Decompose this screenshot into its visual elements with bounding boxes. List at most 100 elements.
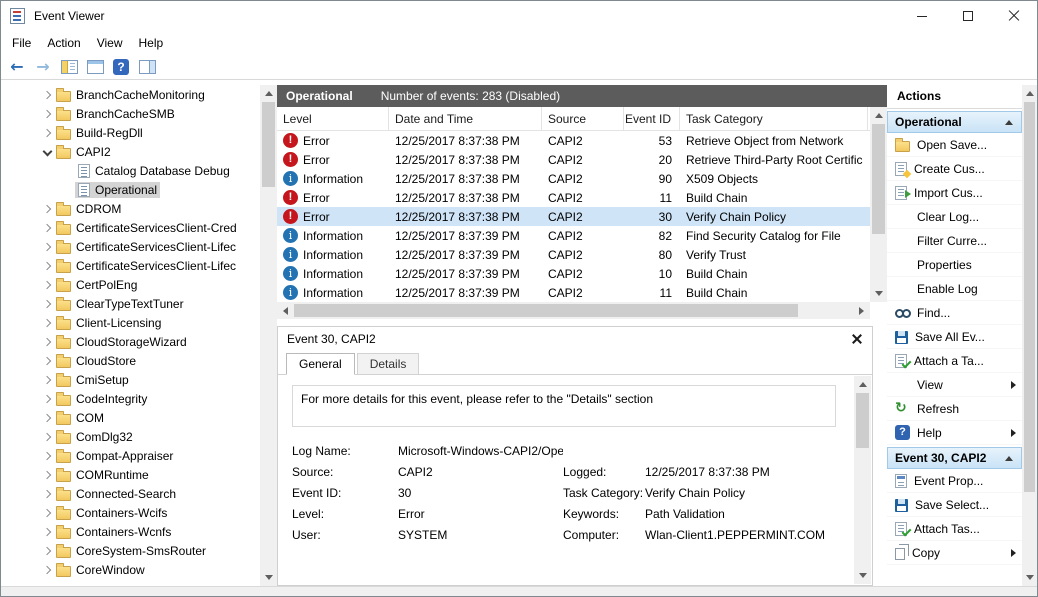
tree-item-certificateservicesclient-lifec[interactable]: CertificateServicesClient-Lifec [1,237,260,256]
menu-item-view[interactable]: View [89,33,131,53]
column-header-level[interactable]: Level [277,107,389,130]
event-row-82[interactable]: Information12/25/2017 8:37:39 PMCAPI282F… [277,226,870,245]
tree-item-capi2[interactable]: CAPI2 [1,142,260,161]
action-copy[interactable]: Copy [887,541,1022,565]
action-attach-a-ta[interactable]: Attach a Ta... [887,349,1022,373]
chevron-right-icon[interactable] [39,220,55,236]
chevron-right-icon[interactable] [39,391,55,407]
chevron-right-icon[interactable] [39,467,55,483]
tree-item-certificateservicesclient-cred[interactable]: CertificateServicesClient-Cred [1,218,260,237]
chevron-right-icon[interactable] [39,277,55,293]
chevron-right-icon[interactable] [39,334,55,350]
chevron-right-icon[interactable] [39,410,55,426]
chevron-right-icon[interactable] [39,87,55,103]
scroll-right-button[interactable] [853,302,870,319]
show-action-pane-button[interactable] [135,56,159,78]
help-button[interactable] [109,56,133,78]
collapse-section-icon[interactable] [1005,120,1013,125]
action-create-cus[interactable]: Create Cus... [887,157,1022,181]
action-save-all-ev[interactable]: Save All Ev... [887,325,1022,349]
scroll-left-button[interactable] [277,302,294,319]
actions-scrollbar[interactable] [1022,85,1037,586]
minimize-button[interactable] [899,1,945,31]
scroll-up-button[interactable] [854,376,871,393]
event-table-hscrollbar[interactable] [277,302,870,319]
event-row-20[interactable]: Error12/25/2017 8:37:38 PMCAPI220Retriev… [277,150,870,169]
window-button[interactable] [83,56,107,78]
action-section-operational[interactable]: Operational [887,111,1022,133]
tab-details[interactable]: Details [357,353,420,375]
tree-item-corewindow[interactable]: CoreWindow [1,560,260,579]
tree-item-certificateservicesclient-lifec[interactable]: CertificateServicesClient-Lifec [1,256,260,275]
event-row-30[interactable]: Error12/25/2017 8:37:38 PMCAPI230Verify … [277,207,870,226]
detail-close-button[interactable] [851,333,863,345]
scroll-down-button[interactable] [260,569,277,586]
tree-item-compat-appraiser[interactable]: Compat-Appraiser [1,446,260,465]
tab-general[interactable]: General [286,353,355,375]
tree-item-certpoleng[interactable]: CertPolEng [1,275,260,294]
tree-item-operational[interactable]: Operational [1,180,260,199]
chevron-right-icon[interactable] [39,201,55,217]
column-header-task-category[interactable]: Task Category [680,107,868,130]
tree-item-connected-search[interactable]: Connected-Search [1,484,260,503]
show-console-tree-button[interactable] [57,56,81,78]
scroll-down-button[interactable] [1022,569,1037,586]
tree-item-branchcachesmb[interactable]: BranchCacheSMB [1,104,260,123]
chevron-right-icon[interactable] [39,429,55,445]
column-header-date-and-time[interactable]: Date and Time [389,107,542,130]
scrollbar-thumb[interactable] [262,102,275,187]
pane-splitter[interactable] [277,319,887,326]
action-event-prop[interactable]: Event Prop... [887,469,1022,493]
chevron-right-icon[interactable] [39,543,55,559]
chevron-right-icon[interactable] [39,562,55,578]
scroll-down-button[interactable] [854,567,871,584]
chevron-down-icon[interactable] [39,144,55,160]
action-find[interactable]: Find... [887,301,1022,325]
event-row-11[interactable]: Error12/25/2017 8:37:38 PMCAPI211Build C… [277,188,870,207]
tree-item-containers-wcnfs[interactable]: Containers-Wcnfs [1,522,260,541]
chevron-right-icon[interactable] [39,125,55,141]
action-filter-curre[interactable]: Filter Curre... [887,229,1022,253]
event-row-90[interactable]: Information12/25/2017 8:37:38 PMCAPI290X… [277,169,870,188]
action-help[interactable]: Help [887,421,1022,445]
menu-item-file[interactable]: File [4,33,39,53]
maximize-button[interactable] [945,1,991,31]
event-row-10[interactable]: Information12/25/2017 8:37:39 PMCAPI210B… [277,264,870,283]
action-section-event-30-capi2[interactable]: Event 30, CAPI2 [887,447,1022,469]
action-enable-log[interactable]: Enable Log [887,277,1022,301]
tree-item-build-regdll[interactable]: Build-RegDll [1,123,260,142]
tree-item-cleartypetexttuner[interactable]: ClearTypeTextTuner [1,294,260,313]
tree-item-cloudstoragewizard[interactable]: CloudStorageWizard [1,332,260,351]
event-row-11[interactable]: Information12/25/2017 8:37:39 PMCAPI211B… [277,283,870,302]
scroll-down-button[interactable] [870,285,887,302]
chevron-right-icon[interactable] [39,505,55,521]
chevron-right-icon[interactable] [39,258,55,274]
action-import-cus[interactable]: Import Cus... [887,181,1022,205]
tree-item-catalog-database-debug[interactable]: Catalog Database Debug [1,161,260,180]
event-table-vscrollbar[interactable] [870,107,887,302]
chevron-right-icon[interactable] [39,524,55,540]
action-refresh[interactable]: Refresh [887,397,1022,421]
column-header-source[interactable]: Source [542,107,624,130]
scrollbar-thumb[interactable] [1024,102,1035,492]
chevron-right-icon[interactable] [39,372,55,388]
action-attach-tas[interactable]: Attach Tas... [887,517,1022,541]
tree-item-comdlg32[interactable]: ComDlg32 [1,427,260,446]
menu-item-action[interactable]: Action [39,33,88,53]
action-clear-log[interactable]: Clear Log... [887,205,1022,229]
tree-item-client-licensing[interactable]: Client-Licensing [1,313,260,332]
event-row-80[interactable]: Information12/25/2017 8:37:39 PMCAPI280V… [277,245,870,264]
tree-item-containers-wcifs[interactable]: Containers-Wcifs [1,503,260,522]
tree-item-branchcachemonitoring[interactable]: BranchCacheMonitoring [1,85,260,104]
action-view[interactable]: View [887,373,1022,397]
chevron-right-icon[interactable] [39,239,55,255]
action-open-save[interactable]: Open Save... [887,133,1022,157]
action-properties[interactable]: Properties [887,253,1022,277]
forward-button[interactable] [31,56,55,78]
scroll-up-button[interactable] [260,85,277,102]
menu-item-help[interactable]: Help [131,33,172,53]
tree-item-cmisetup[interactable]: CmiSetup [1,370,260,389]
tree-item-codeintegrity[interactable]: CodeIntegrity [1,389,260,408]
scrollbar-thumb[interactable] [856,393,869,448]
chevron-right-icon[interactable] [39,353,55,369]
